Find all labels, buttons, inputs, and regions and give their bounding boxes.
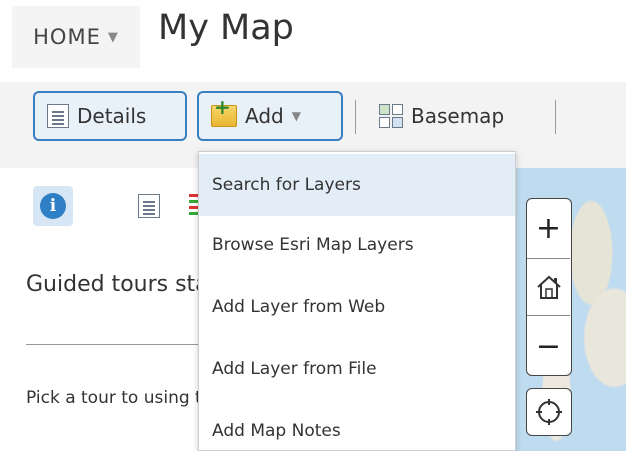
menu-item-label: Browse Esri Map Layers (212, 235, 414, 255)
locate-button[interactable] (526, 388, 572, 436)
menu-item-add-map-notes[interactable]: Add Map Notes (199, 400, 515, 451)
zoom-out-button[interactable]: − (527, 317, 570, 375)
details-label: Details (77, 104, 147, 128)
add-layer-icon (211, 97, 237, 127)
menu-item-add-layer-from-web[interactable]: Add Layer from Web (199, 276, 515, 338)
menu-item-search-for-layers[interactable]: Search for Layers (199, 154, 515, 216)
menu-item-browse-esri-map-layers[interactable]: Browse Esri Map Layers (199, 214, 515, 276)
menu-item-label: Search for Layers (212, 175, 361, 195)
zoom-in-button[interactable]: + (527, 199, 570, 257)
plus-icon: + (535, 210, 562, 246)
chevron-down-icon: ▼ (107, 29, 119, 45)
menu-item-label: Add Map Notes (212, 421, 341, 441)
map-viewer: HOME ▼ My Map Details Add ▼ Basemap i Gu… (0, 0, 626, 451)
document-icon (47, 104, 69, 128)
home-icon (536, 275, 561, 299)
zoom-controls: + − (526, 198, 572, 376)
menu-item-label: Add Layer from Web (212, 297, 386, 317)
add-dropdown-menu: Search for Layers Browse Esri Map Layers… (198, 151, 516, 451)
basemap-button[interactable]: Basemap (367, 91, 567, 141)
add-label: Add (245, 104, 284, 128)
basemap-grid-icon (379, 104, 403, 128)
page-title: My Map (158, 8, 294, 48)
home-label: HOME (33, 25, 101, 49)
locate-icon (536, 399, 562, 425)
menu-item-label: Add Layer from File (212, 359, 377, 379)
chevron-down-icon: ▼ (291, 109, 301, 123)
toolbar-divider (355, 100, 356, 134)
minus-icon: − (535, 328, 562, 364)
content-list-icon (138, 194, 160, 218)
home-button[interactable]: HOME ▼ (12, 6, 140, 68)
default-extent-button[interactable] (527, 258, 570, 316)
add-button[interactable]: Add ▼ (197, 91, 343, 141)
basemap-label: Basemap (411, 104, 505, 128)
about-tab[interactable]: i (33, 186, 73, 226)
info-icon: i (40, 193, 66, 219)
menu-item-add-layer-from-file[interactable]: Add Layer from File (199, 338, 515, 400)
toolbar-divider (555, 100, 556, 134)
content-tab[interactable] (138, 194, 160, 218)
details-button[interactable]: Details (33, 91, 187, 141)
